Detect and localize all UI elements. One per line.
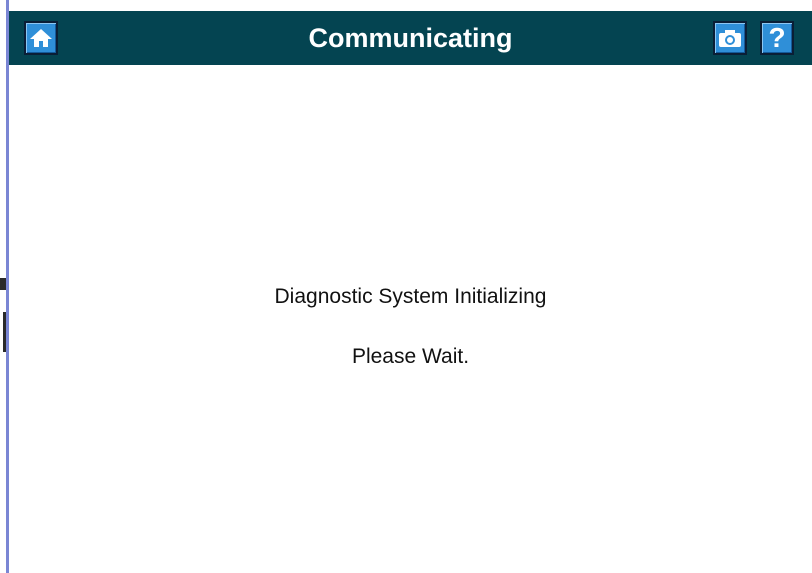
wait-message: Please Wait. <box>351 345 470 368</box>
diagnostic-screen: Communicating ? Diagnostic System Initia… <box>0 0 812 573</box>
title-bar: Communicating ? <box>9 11 812 65</box>
left-edge-mark <box>0 278 6 290</box>
camera-button[interactable] <box>713 21 747 55</box>
status-message: Diagnostic System Initializing <box>274 285 547 308</box>
left-window-edge <box>0 0 9 573</box>
home-icon <box>30 29 52 47</box>
camera-icon <box>719 30 741 47</box>
help-button[interactable]: ? <box>760 21 794 55</box>
page-title: Communicating <box>308 23 513 53</box>
home-button[interactable] <box>24 21 58 55</box>
help-icon: ? <box>768 22 786 53</box>
left-edge-mark <box>3 312 6 352</box>
